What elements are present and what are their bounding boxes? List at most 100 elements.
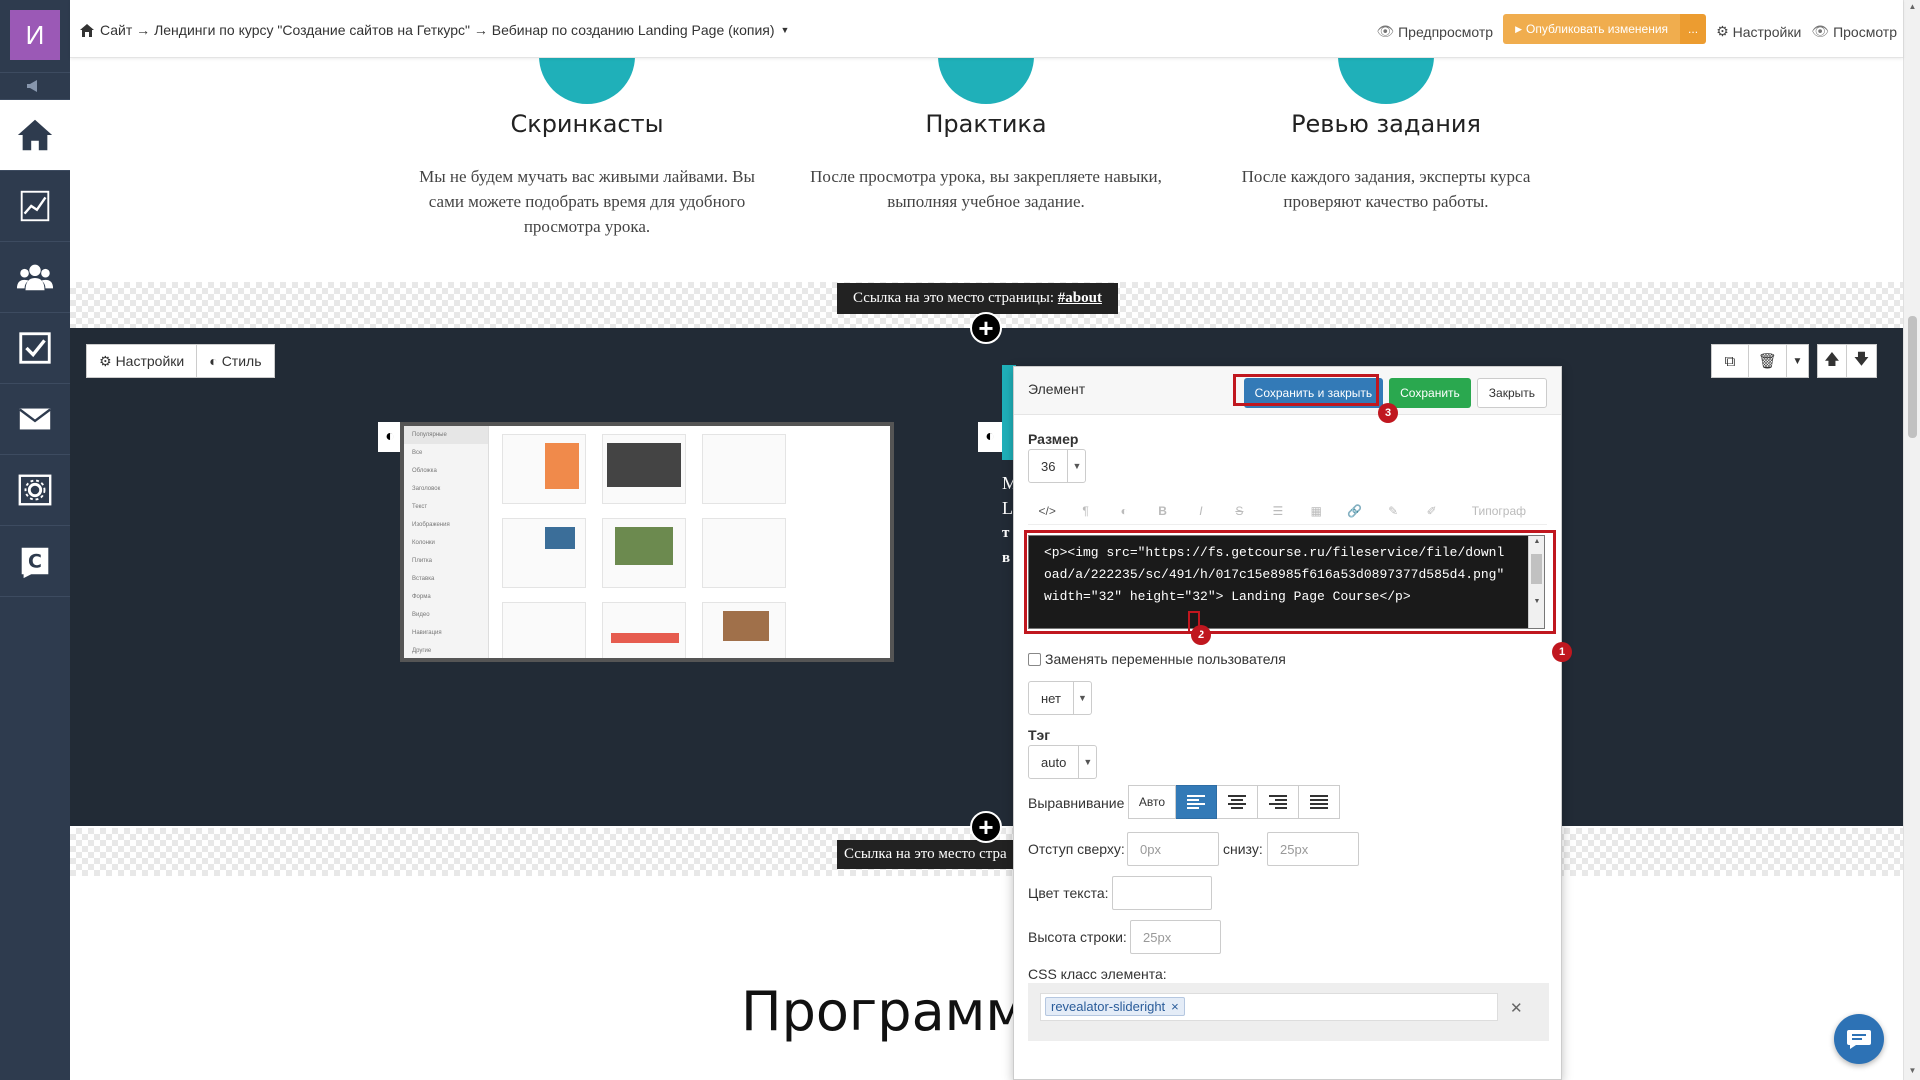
sidebar-item-getcourse[interactable]: C [0,526,70,597]
chevron-down-icon: ▼ [1067,450,1085,482]
screenshot-menu-item: Все [412,450,423,456]
html-code-editor[interactable]: <p><img src="https://fs.getcourse.ru/fil… [1028,535,1545,629]
css-class-input[interactable]: revealator-slideright × [1040,993,1498,1021]
block-settings-label: Настройки [115,353,185,369]
publish-button[interactable]: ▶ Опубликовать изменения [1503,14,1681,44]
padding-bottom-input[interactable]: 25px [1267,832,1359,866]
tag-select[interactable]: auto ▼ [1028,745,1098,779]
block-settings-button[interactable]: ⚙ Настройки [86,344,198,378]
account-logo[interactable]: И [10,10,60,60]
size-label: Размер [1028,431,1079,447]
page-scroll-thumb[interactable] [1908,316,1917,438]
copy-block-icon[interactable]: ⧉ [1711,344,1749,378]
line-height-input[interactable]: 25px [1130,920,1221,954]
close-button[interactable]: Закрыть [1476,378,1547,408]
trash-icon[interactable]: 🗑 [1749,344,1787,378]
list-icon[interactable]: ☰ [1259,504,1297,518]
sidebar-item-home[interactable] [0,100,70,171]
bold-icon[interactable]: B [1143,504,1181,518]
chat-widget-button[interactable] [1834,1014,1884,1064]
replace-vars-value: нет [1041,690,1061,706]
publish-button-group[interactable]: ▶ Опубликовать изменения ... [1503,14,1707,44]
strikethrough-icon[interactable]: S [1220,504,1258,518]
sidebar-item-reports[interactable] [0,171,70,242]
feature-title[interactable]: Скринкасты [407,110,767,138]
block-text-fragment[interactable]: в [1002,550,1010,567]
scroll-up-icon[interactable]: ▲ [1529,538,1545,545]
save-and-close-button[interactable]: Сохранить и закрыть [1243,378,1384,408]
align-left-button[interactable] [1176,785,1217,819]
link-icon[interactable]: 🔗 [1336,504,1374,518]
remove-tag-icon[interactable]: × [1171,999,1179,1014]
eraser-icon[interactable]: ✐ [1412,504,1450,518]
contrast-icon[interactable]: ◐ [378,422,402,452]
program-heading[interactable]: Программ [741,980,1026,1043]
megaphone-icon[interactable] [0,72,70,100]
add-block-button[interactable]: + [970,811,1002,843]
mail-icon [19,408,51,430]
paragraph-icon[interactable]: ¶ [1066,504,1104,518]
typograph-button[interactable]: Типограф [1451,504,1547,518]
add-block-button[interactable]: + [970,312,1002,344]
breadcrumb[interactable]: Сайт → Лендинги по курсу "Создание сайто… [80,22,789,38]
align-auto-button[interactable]: Авто [1128,785,1176,819]
screenshot-thumb [702,518,786,588]
sidebar-item-site[interactable] [0,455,70,526]
css-class-tag-label: revealator-slideright [1051,999,1166,1014]
align-center-button[interactable] [1217,785,1258,819]
feature-title[interactable]: Ревью задания [1206,110,1566,138]
settings-link[interactable]: ⚙ Настройки [1716,23,1801,40]
feature-text[interactable]: После каждого задания, эксперты курса пр… [1206,164,1566,214]
contrast-icon[interactable]: ◐ [1105,504,1143,518]
save-button[interactable]: Сохранить [1389,378,1471,408]
home-icon [80,23,94,37]
replace-vars-checkbox[interactable]: Заменять переменные пользователя [1028,651,1286,667]
feature-title[interactable]: Практика [806,110,1166,138]
brush-icon[interactable]: ✎ [1374,504,1412,518]
padding-top-input[interactable]: 0px [1127,832,1219,866]
breadcrumb-text[interactable]: Сайт → Лендинги по курсу "Создание сайто… [100,22,775,38]
clear-icon[interactable]: ✕ [1510,999,1523,1017]
size-value: 36 [1041,458,1056,474]
builder-screenshot-image[interactable]: Популярные Все Обложка Заголовок Текст Изобра… [400,422,894,662]
sidebar-item-messages[interactable] [0,384,70,455]
block-text-fragment[interactable]: L [1002,498,1013,519]
table-icon[interactable]: ▦ [1297,504,1335,518]
contrast-icon[interactable]: ◐ [978,422,1002,452]
getcourse-logo-icon: C [21,547,49,579]
sidebar-item-tasks[interactable] [0,313,70,384]
code-scroll-thumb[interactable] [1531,554,1542,584]
page-scrollbar[interactable]: ▲ ▼ [1903,0,1920,1080]
checkbox[interactable] [1028,652,1041,666]
css-class-tag[interactable]: revealator-slideright × [1045,997,1185,1016]
replace-vars-select[interactable]: нет ▼ [1028,681,1092,715]
content-block-about[interactable]: ⚙ Настройки ◐ Стиль ⧉ 🗑 ▼ 🡅 🡇 ◐ ◐ Популя… [70,328,1903,826]
screenshot-menu-item: Заголовок [412,486,441,492]
scroll-up-icon[interactable]: ▲ [1904,2,1920,11]
caret-down-icon[interactable]: ▼ [781,25,790,35]
preview-link[interactable]: 👁 Предпросмотр [1376,23,1493,40]
italic-icon[interactable]: I [1182,504,1220,518]
block-style-button[interactable]: ◐ Стиль [197,344,275,378]
block-text-fragment[interactable]: т [1002,525,1009,542]
anchor-link[interactable]: #about [1058,290,1102,306]
size-select[interactable]: 36 ▼ [1028,449,1087,483]
text-color-input[interactable] [1112,876,1212,910]
sidebar-item-users[interactable] [0,242,70,313]
align-right-button[interactable] [1258,785,1299,819]
scroll-down-icon[interactable]: ▼ [1904,1066,1920,1075]
view-link[interactable]: 👁 Просмотр [1811,23,1897,40]
move-up-icon[interactable]: 🡅 [1817,344,1847,378]
code-scrollbar[interactable]: ▲ ▼ [1528,536,1544,628]
move-down-icon[interactable]: 🡇 [1847,344,1877,378]
eye-icon: 👁 [1376,23,1395,39]
align-justify-button[interactable] [1299,785,1340,819]
publish-more-button[interactable]: ... [1680,14,1707,44]
feature-circle [1338,58,1434,104]
feature-text[interactable]: Мы не будем мучать вас живыми лайвами. В… [407,164,767,239]
chevron-down-icon[interactable]: ▼ [1787,344,1809,378]
scroll-down-icon[interactable]: ▼ [1529,598,1545,605]
code-view-icon[interactable]: </> [1028,504,1066,518]
screenshot-menu-item: Вставка [412,576,435,582]
feature-text[interactable]: После просмотра урока, вы закрепляете на… [806,164,1166,214]
